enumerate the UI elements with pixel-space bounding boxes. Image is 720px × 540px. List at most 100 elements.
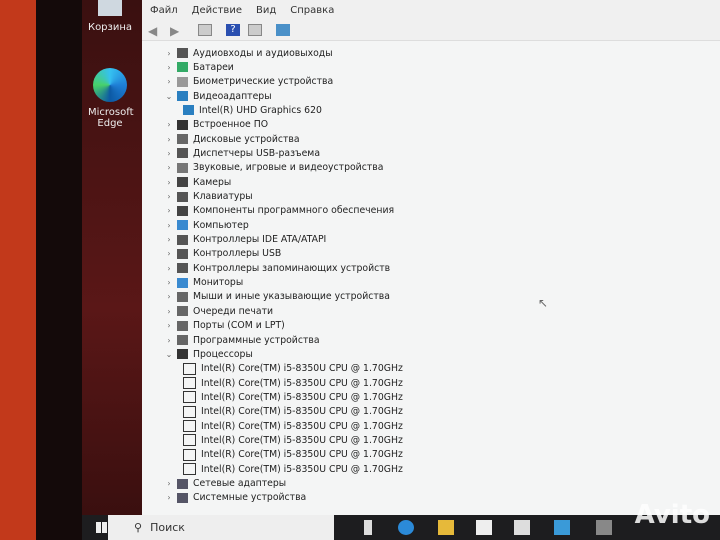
expand-arrow-icon[interactable]: › bbox=[164, 278, 174, 287]
recycle-bin-icon bbox=[98, 0, 122, 16]
expand-arrow-icon[interactable]: › bbox=[164, 493, 174, 502]
expand-arrow-icon[interactable]: › bbox=[164, 63, 174, 72]
screen-bezel bbox=[36, 0, 82, 540]
help-icon[interactable]: ? bbox=[226, 24, 240, 36]
expand-arrow-icon[interactable]: › bbox=[164, 120, 174, 129]
menu-action[interactable]: Действие bbox=[192, 5, 242, 16]
tree-device-item[interactable]: Intel(R) Core(TM) i5-8350U CPU @ 1.70GHz bbox=[180, 462, 403, 476]
tree-item-label: Intel(R) Core(TM) i5-8350U CPU @ 1.70GHz bbox=[201, 463, 403, 475]
menu-view[interactable]: Вид bbox=[256, 5, 276, 16]
expand-arrow-icon[interactable]: › bbox=[164, 264, 174, 273]
tree-category-item[interactable]: ⌄ Видеоадаптеры bbox=[164, 89, 272, 103]
menu-help[interactable]: Справка bbox=[290, 5, 334, 16]
desktop-icon-edge[interactable]: Microsoft Edge bbox=[82, 68, 138, 129]
expand-arrow-icon[interactable]: › bbox=[164, 235, 174, 244]
collapse-arrow-icon[interactable]: ⌄ bbox=[164, 350, 174, 359]
tree-device-item[interactable]: Intel(R) Core(TM) i5-8350U CPU @ 1.70GHz bbox=[180, 376, 403, 390]
tree-device-item[interactable]: Intel(R) Core(TM) i5-8350U CPU @ 1.70GHz bbox=[180, 419, 403, 433]
tree-category-item[interactable]: › Клавиатуры bbox=[164, 190, 252, 204]
expand-arrow-icon[interactable]: › bbox=[164, 336, 174, 345]
expand-arrow-icon[interactable]: › bbox=[164, 479, 174, 488]
tree-item-label: Видеоадаптеры bbox=[193, 90, 272, 102]
expand-arrow-icon[interactable]: › bbox=[164, 49, 174, 58]
tree-category-item[interactable]: › Камеры bbox=[164, 175, 231, 189]
expand-arrow-icon[interactable]: › bbox=[164, 292, 174, 301]
processor-icon bbox=[183, 420, 196, 433]
processor-icon bbox=[183, 448, 196, 461]
tree-category-item[interactable]: › Очереди печати bbox=[164, 304, 273, 318]
tree-category-item[interactable]: › Батареи bbox=[164, 60, 233, 74]
tree-item-label: Компоненты программного обеспечения bbox=[193, 205, 395, 217]
tree-device-item[interactable]: Intel(R) Core(TM) i5-8350U CPU @ 1.70GHz bbox=[180, 362, 403, 376]
tree-device-item[interactable]: Intel(R) UHD Graphics 620 bbox=[180, 103, 322, 117]
expand-arrow-icon[interactable]: › bbox=[164, 77, 174, 86]
device-category-icon bbox=[177, 478, 188, 489]
tree-category-item[interactable]: › Мыши и иные указывающие устройства bbox=[164, 290, 390, 304]
task-view-icon[interactable] bbox=[364, 520, 372, 535]
expand-arrow-icon[interactable]: › bbox=[164, 135, 174, 144]
tree-item-label: Intel(R) UHD Graphics 620 bbox=[199, 104, 322, 116]
tree-category-item[interactable]: ⌄ Процессоры bbox=[164, 347, 253, 361]
properties-icon[interactable] bbox=[198, 24, 212, 36]
update-driver-icon[interactable] bbox=[248, 24, 262, 36]
tree-category-item[interactable]: › Системные устройства bbox=[164, 491, 306, 505]
tree-category-item[interactable]: › Компоненты программного обеспечения bbox=[164, 204, 394, 218]
scan-hardware-icon[interactable] bbox=[276, 24, 290, 36]
mouse-cursor-icon: ↖ bbox=[538, 296, 549, 310]
expand-arrow-icon[interactable]: › bbox=[164, 307, 174, 316]
tree-category-item[interactable]: › Контроллеры USB bbox=[164, 247, 281, 261]
tree-category-item[interactable]: › Аудиовходы и аудиовыходы bbox=[164, 46, 332, 60]
tree-item-label: Дисковые устройства bbox=[193, 133, 300, 145]
back-icon[interactable]: ◀ bbox=[148, 24, 162, 38]
store-icon[interactable] bbox=[476, 520, 492, 535]
expand-arrow-icon[interactable]: › bbox=[164, 249, 174, 258]
expand-arrow-icon[interactable]: › bbox=[164, 321, 174, 330]
menu-bar: Файл Действие Вид Справка bbox=[142, 0, 720, 20]
expand-arrow-icon[interactable]: › bbox=[164, 163, 174, 172]
device-manager-window: Файл Действие Вид Справка ◀ ▶ ? › Аудиовх… bbox=[142, 0, 720, 515]
search-box[interactable]: ⚲ Поиск bbox=[108, 515, 334, 540]
tree-category-item[interactable]: › Порты (COM и LPT) bbox=[164, 319, 284, 333]
tree-category-item[interactable]: › Диспетчеры USB-разъема bbox=[164, 146, 320, 160]
tree-category-item[interactable]: › Контроллеры запоминающих устройств bbox=[164, 261, 390, 275]
taskbar: ⚲ Поиск bbox=[82, 515, 720, 540]
expand-arrow-icon[interactable]: › bbox=[164, 206, 174, 215]
tree-category-item[interactable]: › Звуковые, игровые и видеоустройства bbox=[164, 161, 383, 175]
tree-device-item[interactable]: Intel(R) Core(TM) i5-8350U CPU @ 1.70GHz bbox=[180, 433, 403, 447]
tree-item-label: Сетевые адаптеры bbox=[193, 478, 287, 489]
mail-icon[interactable] bbox=[514, 520, 530, 535]
edge-taskbar-icon[interactable] bbox=[398, 520, 414, 535]
tree-category-item[interactable]: › Мониторы bbox=[164, 276, 243, 290]
tree-category-item[interactable]: › Дисковые устройства bbox=[164, 132, 300, 146]
expand-arrow-icon[interactable]: › bbox=[164, 149, 174, 158]
tree-item-label: Контроллеры запоминающих устройств bbox=[193, 262, 391, 274]
file-explorer-icon[interactable] bbox=[438, 520, 454, 535]
app-icon[interactable] bbox=[554, 520, 570, 535]
device-manager-taskbar-icon[interactable] bbox=[596, 520, 612, 535]
desktop-icon-recycle-bin[interactable]: Корзина bbox=[82, 0, 138, 33]
menu-file[interactable]: Файл bbox=[150, 5, 178, 16]
background-surface bbox=[0, 0, 36, 540]
tree-item-label: Intel(R) Core(TM) i5-8350U CPU @ 1.70GHz bbox=[201, 363, 403, 375]
tree-device-item[interactable]: Intel(R) Core(TM) i5-8350U CPU @ 1.70GHz bbox=[180, 390, 403, 404]
tree-device-item[interactable]: Intel(R) Core(TM) i5-8350U CPU @ 1.70GHz bbox=[180, 448, 403, 462]
start-button[interactable] bbox=[96, 522, 107, 533]
device-category-icon bbox=[177, 335, 188, 345]
toolbar: ◀ ▶ ? bbox=[142, 20, 720, 41]
tree-category-item[interactable]: › Биометрические устройства bbox=[164, 75, 333, 89]
expand-arrow-icon[interactable]: › bbox=[164, 221, 174, 230]
tree-category-item[interactable]: › Программные устройства bbox=[164, 333, 319, 347]
expand-arrow-icon[interactable]: › bbox=[164, 178, 174, 187]
tree-category-item[interactable]: › Контроллеры IDE ATA/ATAPI bbox=[164, 233, 326, 247]
forward-icon[interactable]: ▶ bbox=[170, 24, 184, 38]
tree-category-item[interactable]: › Встроенное ПО bbox=[164, 118, 268, 132]
tree-category-item[interactable]: › Сетевые адаптеры bbox=[164, 477, 286, 491]
tree-device-item[interactable]: Intel(R) Core(TM) i5-8350U CPU @ 1.70GHz bbox=[180, 405, 403, 419]
device-category-icon bbox=[177, 62, 188, 73]
expand-arrow-icon[interactable]: › bbox=[164, 192, 174, 201]
search-placeholder: Поиск bbox=[150, 521, 185, 534]
processor-icon bbox=[183, 463, 196, 476]
collapse-arrow-icon[interactable]: ⌄ bbox=[164, 92, 174, 101]
device-category-icon bbox=[177, 263, 188, 274]
tree-category-item[interactable]: › Компьютер bbox=[164, 218, 248, 232]
